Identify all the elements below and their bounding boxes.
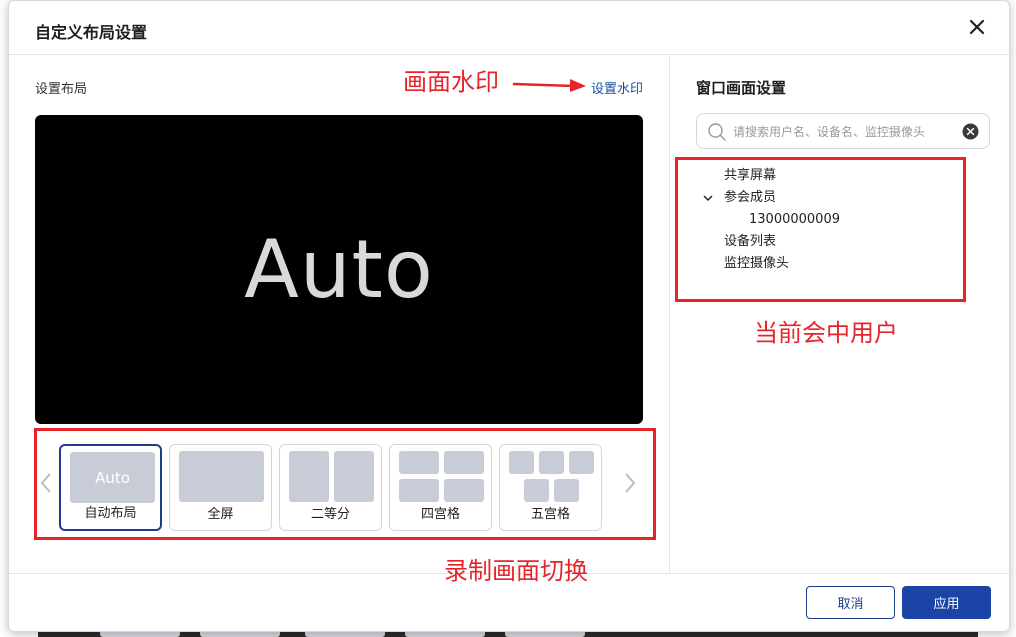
custom-layout-dialog: 自定义布局设置 设置布局 设置水印 Auto Auto 自动布局 全屏 二等分 …	[8, 0, 1010, 632]
scroll-left-button[interactable]	[37, 466, 55, 500]
cancel-button[interactable]: 取消	[806, 586, 895, 619]
tree-item-participant[interactable]: 13000000009	[696, 209, 976, 231]
search-input[interactable]	[733, 121, 955, 143]
layout-thumb-grid-five	[509, 451, 594, 502]
tree-item-device-list[interactable]: 设备列表	[696, 231, 976, 253]
auto-thumb-text: Auto	[95, 468, 130, 487]
layout-strip: Auto 自动布局 全屏 二等分 四宫格 五宫格	[35, 432, 657, 542]
layout-label: 自动布局	[84, 506, 137, 521]
layout-thumb-split-two	[289, 451, 374, 502]
search-box	[696, 113, 990, 149]
window-settings-title: 窗口画面设置	[696, 79, 787, 97]
tree-item-label: 参会成员	[724, 190, 777, 205]
annotation-arrow-icon	[512, 79, 586, 92]
layout-label: 二等分	[310, 507, 350, 522]
tree-item-label: 监控摄像头	[724, 256, 790, 271]
layout-option-fullscreen[interactable]: 全屏	[169, 444, 272, 531]
layout-section-label: 设置布局	[35, 82, 88, 97]
tree-item-label: 13000000009	[749, 212, 840, 227]
dialog-header: 自定义布局设置	[9, 1, 1009, 55]
dialog-footer: 取消 应用	[9, 573, 1009, 631]
layout-label: 五宫格	[530, 507, 570, 522]
set-watermark-link[interactable]: 设置水印	[591, 78, 643, 97]
layout-option-split-two[interactable]: 二等分	[279, 444, 382, 531]
layout-thumb-fullscreen	[179, 451, 264, 502]
layout-option-grid-four[interactable]: 四宫格	[389, 444, 492, 531]
close-icon	[969, 19, 985, 35]
apply-button[interactable]: 应用	[902, 586, 991, 619]
user-tree: 共享屏幕 参会成员 13000000009 设备列表 监控摄像头	[696, 165, 976, 275]
tree-item-shared-screen[interactable]: 共享屏幕	[696, 165, 976, 187]
scroll-right-button[interactable]	[621, 466, 639, 500]
layout-option-auto[interactable]: Auto 自动布局	[59, 444, 162, 531]
chevron-down-icon[interactable]	[702, 192, 714, 204]
layout-thumb-auto: Auto	[70, 452, 155, 503]
layout-pane: 设置布局 设置水印 Auto Auto 自动布局 全屏 二等分 四宫格 五宫格	[9, 55, 669, 573]
tree-item-label: 共享屏幕	[724, 168, 777, 183]
layout-option-grid-five[interactable]: 五宫格	[499, 444, 602, 531]
layout-thumb-grid-four	[399, 451, 484, 502]
clear-icon[interactable]	[962, 123, 979, 140]
layout-label: 四宫格	[420, 507, 460, 522]
layout-label: 全屏	[207, 507, 234, 522]
dialog-title: 自定义布局设置	[35, 23, 148, 42]
chevron-right-icon	[625, 473, 636, 493]
tree-item-label: 设备列表	[724, 234, 777, 249]
preview-text: Auto	[244, 223, 434, 316]
layout-preview: Auto	[35, 115, 643, 424]
chevron-left-icon	[40, 473, 51, 493]
close-button[interactable]	[963, 13, 991, 41]
search-icon	[708, 123, 726, 141]
window-settings-pane: 窗口画面设置 共享屏幕 参会成员 13000000	[669, 55, 1009, 573]
tree-item-cameras[interactable]: 监控摄像头	[696, 253, 976, 275]
tree-item-participants[interactable]: 参会成员	[696, 187, 976, 209]
